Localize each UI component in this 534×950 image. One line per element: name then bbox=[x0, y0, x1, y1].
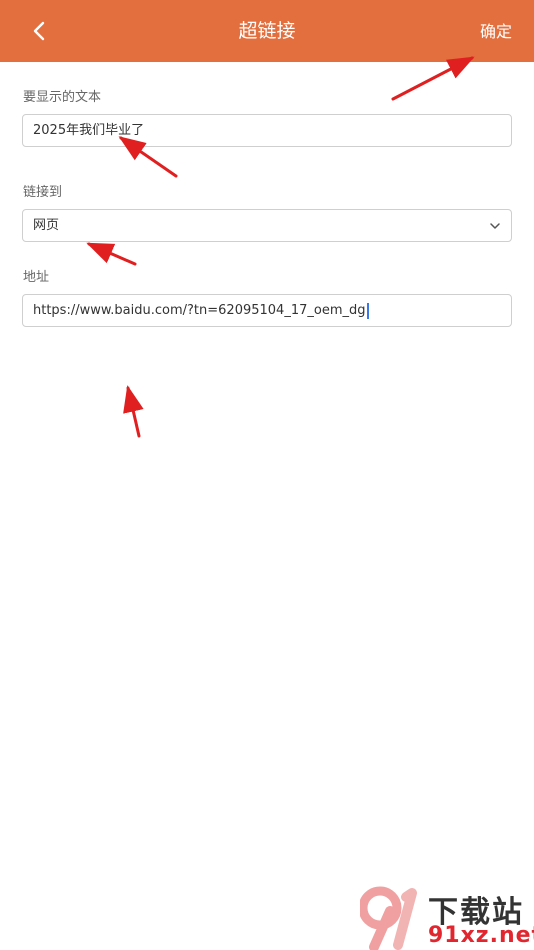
address-input[interactable]: https://www.baidu.com/?tn=62095104_17_oe… bbox=[22, 294, 512, 327]
display-text-label: 要显示的文本 bbox=[23, 90, 102, 105]
display-text-input[interactable]: 2025年我们毕业了 bbox=[22, 114, 512, 147]
address-value-wrapper: https://www.baidu.com/?tn=62095104_17_oe… bbox=[33, 295, 369, 326]
annotation-arrow-link-to bbox=[86, 242, 137, 266]
link-to-selected: 网页 bbox=[33, 218, 60, 233]
text-cursor bbox=[366, 302, 369, 319]
link-to-select[interactable]: 网页 bbox=[22, 209, 512, 242]
watermark-url: 91xz.net bbox=[428, 923, 534, 948]
annotation-arrow-confirm bbox=[391, 56, 475, 101]
link-to-label: 链接到 bbox=[23, 185, 63, 200]
confirm-button[interactable]: 确定 bbox=[480, 0, 512, 62]
annotation-arrow-address bbox=[123, 385, 144, 438]
address-label: 地址 bbox=[23, 270, 50, 285]
watermark-logo-icon bbox=[360, 886, 417, 950]
watermark: 下载站 91xz.net bbox=[360, 885, 534, 950]
display-text-value: 2025年我们毕业了 bbox=[33, 123, 145, 138]
address-value: https://www.baidu.com/?tn=62095104_17_oe… bbox=[33, 303, 366, 318]
app-bar: 超链接 确定 bbox=[0, 0, 534, 62]
chevron-down-icon bbox=[490, 223, 500, 229]
page-title: 超链接 bbox=[238, 20, 296, 42]
